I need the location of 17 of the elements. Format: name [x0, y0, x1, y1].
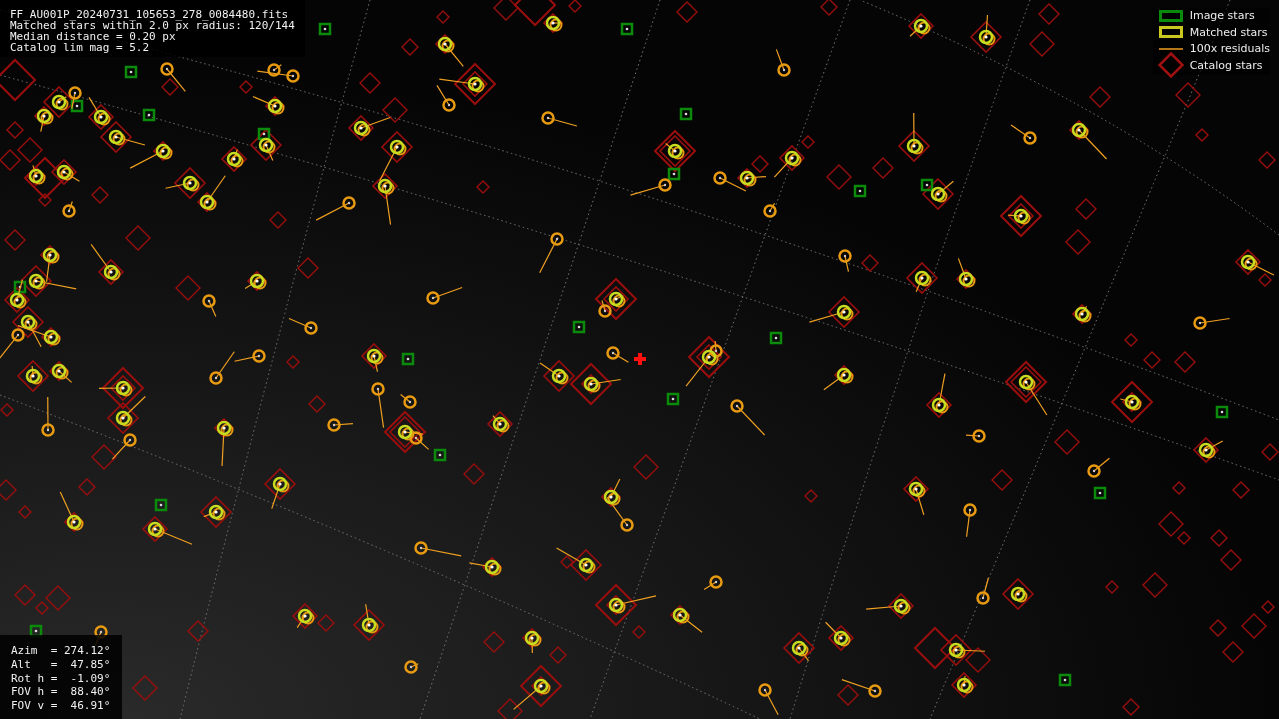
- legend-label: Matched stars: [1189, 25, 1268, 39]
- pointing-text: Azim = 274.12°: [11, 644, 111, 658]
- diamond-icon: [1157, 52, 1184, 79]
- pointing-text: FOV v = 46.91°: [11, 699, 111, 713]
- legend-label: Image stars: [1189, 9, 1255, 23]
- info-text: Catalog lim mag = 5.2: [10, 42, 151, 53]
- pointing-text: Rot h = -1.09°: [11, 671, 111, 686]
- legend-label: Catalog stars: [1189, 58, 1263, 72]
- legend-label: 100x residuals: [1189, 42, 1270, 56]
- info-text: FF_AU001P_20240731_105653_278_0084480.fits: [10, 9, 290, 20]
- info-text: Median distance = 0.20 px: [10, 31, 176, 42]
- center-cross-icon: [634, 353, 646, 365]
- square-outline-icon: [1158, 9, 1183, 22]
- info-text: Matched stars within 2.0 px radius: 120/144: [10, 20, 295, 31]
- rectangle-outline-icon: [1158, 26, 1183, 39]
- pointing-text: Alt = 47.85°: [11, 657, 111, 672]
- pointing-text: FOV h = 88.40°: [11, 685, 111, 700]
